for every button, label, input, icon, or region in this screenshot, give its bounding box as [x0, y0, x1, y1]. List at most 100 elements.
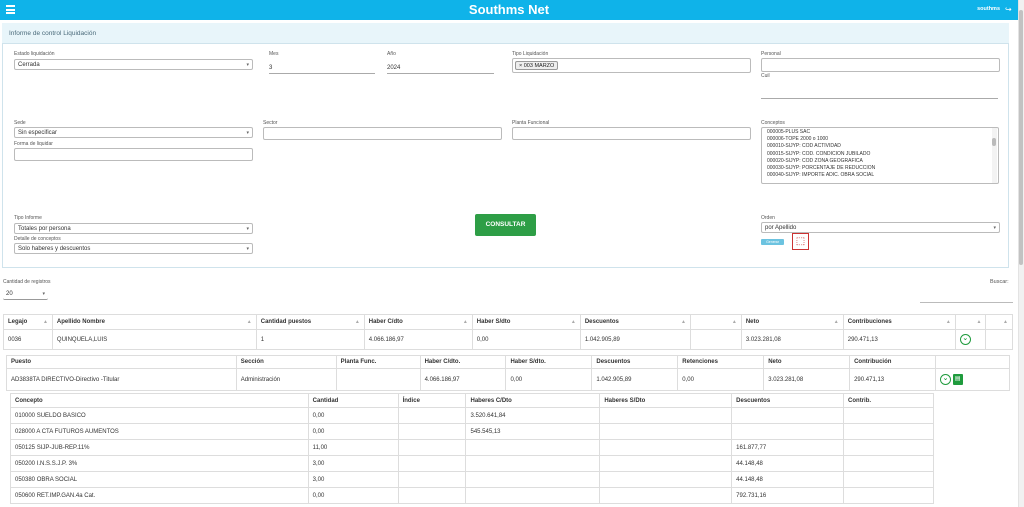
- page-scrollbar-thumb[interactable]: [1019, 10, 1023, 265]
- col-neto[interactable]: Neto ▲: [740, 314, 844, 330]
- col-haberes-cdto: Haberes C/Dto: [465, 393, 601, 408]
- table-row[interactable]: AD3838TA DIRECTIVO-Directivo -Titular Ad…: [6, 368, 1010, 391]
- puesto-table-header: Puesto Sección Planta Func. Haber C/dto.…: [6, 355, 1010, 369]
- cell-apellido-nombre: QUINQUELA,LUIS: [51, 329, 257, 350]
- search-label: Buscar:: [990, 279, 1009, 285]
- col-actions: [935, 355, 1010, 369]
- count-label: Cantidad de registros: [3, 279, 51, 285]
- concept-option[interactable]: 000005-PLUS SAC: [762, 128, 998, 136]
- sort-icon: ▲: [945, 319, 951, 325]
- col-apellido-nombre[interactable]: Apellido Nombre ▲: [51, 314, 257, 330]
- concept-option[interactable]: 000030-SIJYP: PORCENTAJE DE REDUCCION: [762, 165, 998, 172]
- tipo-informe-select[interactable]: Totales por persona ▾: [14, 223, 253, 234]
- expand-chevron-icon[interactable]: ⌄: [959, 334, 971, 345]
- mes-label: Mes: [269, 51, 279, 57]
- cell-expand: ⌄: [954, 329, 987, 350]
- cell: [465, 471, 601, 488]
- cell-legajo: 0036: [3, 329, 53, 350]
- cell-contribucion: 290.471,13: [849, 368, 936, 391]
- planta-input[interactable]: [512, 127, 751, 140]
- sector-label: Sector: [263, 120, 278, 126]
- table-row[interactable]: 0036 QUINQUELA,LUIS 1 4.066.186,97 0,00 …: [3, 329, 1013, 350]
- cell: 3,00: [307, 471, 399, 488]
- cell: [397, 407, 467, 424]
- app-title: Southms Net: [468, 2, 550, 17]
- col-actions[interactable]: ▲: [954, 314, 987, 330]
- col-legajo[interactable]: Legajo ▲: [3, 314, 53, 330]
- pdf-export-icon[interactable]: ⬚: [792, 233, 809, 250]
- cell: [843, 455, 934, 472]
- col-cantidad-puestos[interactable]: Cantidad puestos ▲: [255, 314, 365, 330]
- detalle-conceptos-select[interactable]: Solo haberes y descuentos ▾: [14, 243, 253, 254]
- col-contribuciones[interactable]: Contribuciones ▲: [842, 314, 956, 330]
- orden-select[interactable]: por Apellido ▾: [761, 222, 1000, 233]
- cell-neto: 3.023.281,08: [763, 368, 851, 391]
- concept-option[interactable]: 000020-SIJYP: COD ZONA GEOGRAFICA: [762, 158, 998, 165]
- tag-text: 003 MARZO: [523, 63, 555, 69]
- conceptos-listbox[interactable]: 000005-PLUS SAC 000006-TOPE 2000 o 1000 …: [761, 127, 999, 184]
- col-haber-cdto[interactable]: Haber C/dto ▲: [363, 314, 473, 330]
- col-empty[interactable]: ▲: [689, 314, 742, 330]
- col-actions-2[interactable]: ▲: [985, 314, 1013, 330]
- concept-option[interactable]: 000015-SIJYP: COD. CONDICION JUBILADO: [762, 151, 998, 158]
- table-row[interactable]: 050125 SIJP-JUB-REP.11% 11,00 161.877,77: [10, 439, 934, 456]
- sort-icon: ▲: [42, 319, 48, 325]
- concept-option[interactable]: 000006-TOPE 2000 o 1000: [762, 136, 998, 143]
- anio-input[interactable]: 2024: [387, 63, 494, 74]
- cell-actions: ⌄ ▤: [935, 368, 1010, 391]
- orden-value: por Apellido: [765, 225, 797, 231]
- cell-planta: [335, 368, 421, 391]
- print-icon[interactable]: ▤: [952, 374, 963, 385]
- concept-option[interactable]: 000040-SIJYP: IMPORTE ADIC. OBRA SOCIAL: [762, 172, 998, 179]
- main-table-header: Legajo ▲ Apellido Nombre ▲ Cantidad puesto…: [3, 314, 1013, 330]
- planta-label: Planta Funcional: [512, 120, 550, 126]
- user-name[interactable]: southms: [960, 6, 1000, 12]
- generar-button[interactable]: Generar: [761, 239, 784, 245]
- tipo-liquidacion-multiselect[interactable]: × 003 MARZO: [512, 58, 751, 73]
- col-cantidad: Cantidad: [307, 393, 399, 408]
- mes-input[interactable]: 3: [269, 63, 375, 74]
- cell: [465, 439, 601, 456]
- col-haber-sdto[interactable]: Haber S/dto ▲: [471, 314, 581, 330]
- chevron-down-icon: ▾: [246, 62, 249, 68]
- table-row[interactable]: 050200 I.N.S.S.J.P. 3% 3,00 44.148,48: [10, 455, 934, 472]
- col-indice: Índice: [397, 393, 467, 408]
- estado-select[interactable]: Cerrada ▾: [14, 59, 253, 70]
- sede-select[interactable]: Sin especificar ▾: [14, 127, 253, 138]
- col-descuentos[interactable]: Descuentos ▲: [579, 314, 691, 330]
- cell: [731, 407, 845, 424]
- cell: 11,00: [307, 439, 399, 456]
- personal-input[interactable]: [761, 58, 1000, 72]
- expand-chevron-icon[interactable]: ⌄: [940, 374, 951, 385]
- logout-icon[interactable]: ↪: [1005, 5, 1013, 14]
- sede-label: Sede: [14, 120, 26, 126]
- tipo-informe-label: Tipo Informe: [14, 215, 42, 221]
- cell: [397, 471, 467, 488]
- cell: [599, 455, 733, 472]
- col-descuentos: Descuentos: [591, 355, 679, 369]
- tipo-liquidacion-tag[interactable]: × 003 MARZO: [515, 61, 559, 70]
- consultar-button[interactable]: CONSULTAR: [475, 214, 536, 236]
- cuil-input[interactable]: [761, 88, 998, 99]
- sector-input[interactable]: [263, 127, 502, 140]
- forma-liquidar-input[interactable]: [14, 148, 253, 161]
- table-row[interactable]: 050380 OBRA SOCIAL 3,00 44.148,48: [10, 471, 934, 488]
- detalle-conceptos-label: Detalle de conceptos: [14, 236, 61, 242]
- puesto-table: Puesto Sección Planta Func. Haber C/dto.…: [6, 355, 1010, 391]
- table-row[interactable]: 028000 A CTA FUTUROS AUMENTOS 0,00 545.545…: [10, 423, 934, 440]
- concept-option[interactable]: 000010-SIJYP: COD ACTIVIDAD: [762, 143, 998, 150]
- col-haber-cdto: Haber C/dto.: [419, 355, 507, 369]
- cell: [731, 423, 845, 440]
- conceptos-label: Conceptos: [761, 120, 785, 126]
- conceptos-scrollbar-thumb[interactable]: [992, 138, 996, 146]
- table-row[interactable]: 010000 SUELDO BASICO 0,00 3.520.641,84: [10, 407, 934, 424]
- cell-haber-sdto: 0,00: [471, 329, 581, 350]
- count-value: 20: [6, 291, 13, 297]
- cell: 44.148,48: [731, 455, 845, 472]
- search-input[interactable]: [920, 302, 1013, 303]
- table-row[interactable]: 050600 RET.IMP.GAN.4a Cat. 0,00 792.731,16: [10, 487, 934, 504]
- count-select[interactable]: 20 ▾: [3, 289, 48, 300]
- conceptos-scrollbar[interactable]: [992, 128, 997, 183]
- cell: 792.731,16: [731, 487, 845, 504]
- cell: 0,00: [307, 407, 399, 424]
